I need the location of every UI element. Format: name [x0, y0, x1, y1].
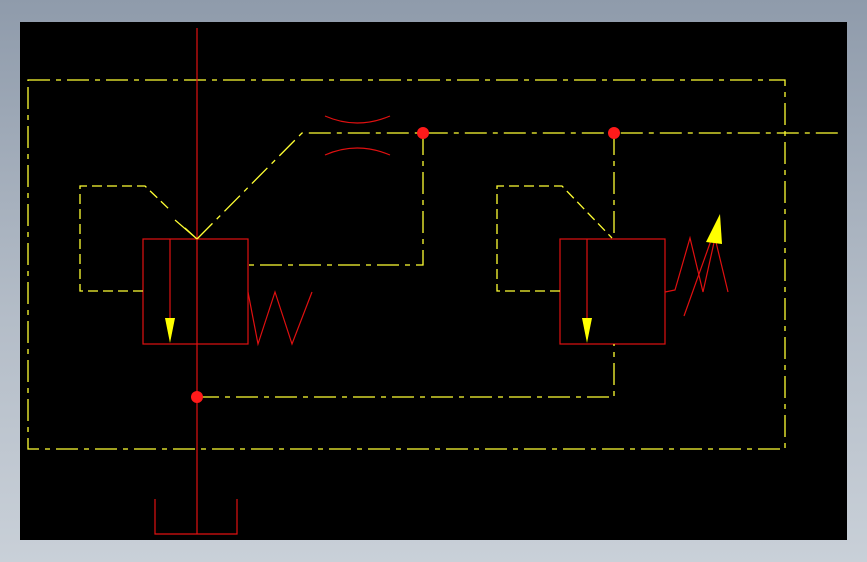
junction-dot	[417, 127, 429, 139]
valve-2-adjust-arrow-icon	[706, 214, 722, 244]
valve-1-arrow-icon	[165, 318, 175, 343]
valve-1-body	[142, 238, 249, 345]
valve-2	[559, 214, 729, 345]
pilot-line-valve-1-control	[248, 133, 424, 266]
valve-2-body	[559, 238, 666, 345]
valve-2-arrow-icon	[582, 318, 592, 343]
valve-1	[142, 219, 313, 347]
junction-dot	[191, 391, 203, 403]
junction-dot	[608, 127, 620, 139]
hydraulic-schematic	[27, 28, 838, 535]
pilot-line-return	[197, 344, 615, 398]
tank-icon	[154, 499, 238, 535]
valve-1-spring-icon	[247, 290, 313, 347]
valve-1-pilot-arrow	[174, 219, 198, 240]
valve-2-spring-icon	[664, 235, 729, 293]
orifice-icon	[324, 115, 391, 156]
